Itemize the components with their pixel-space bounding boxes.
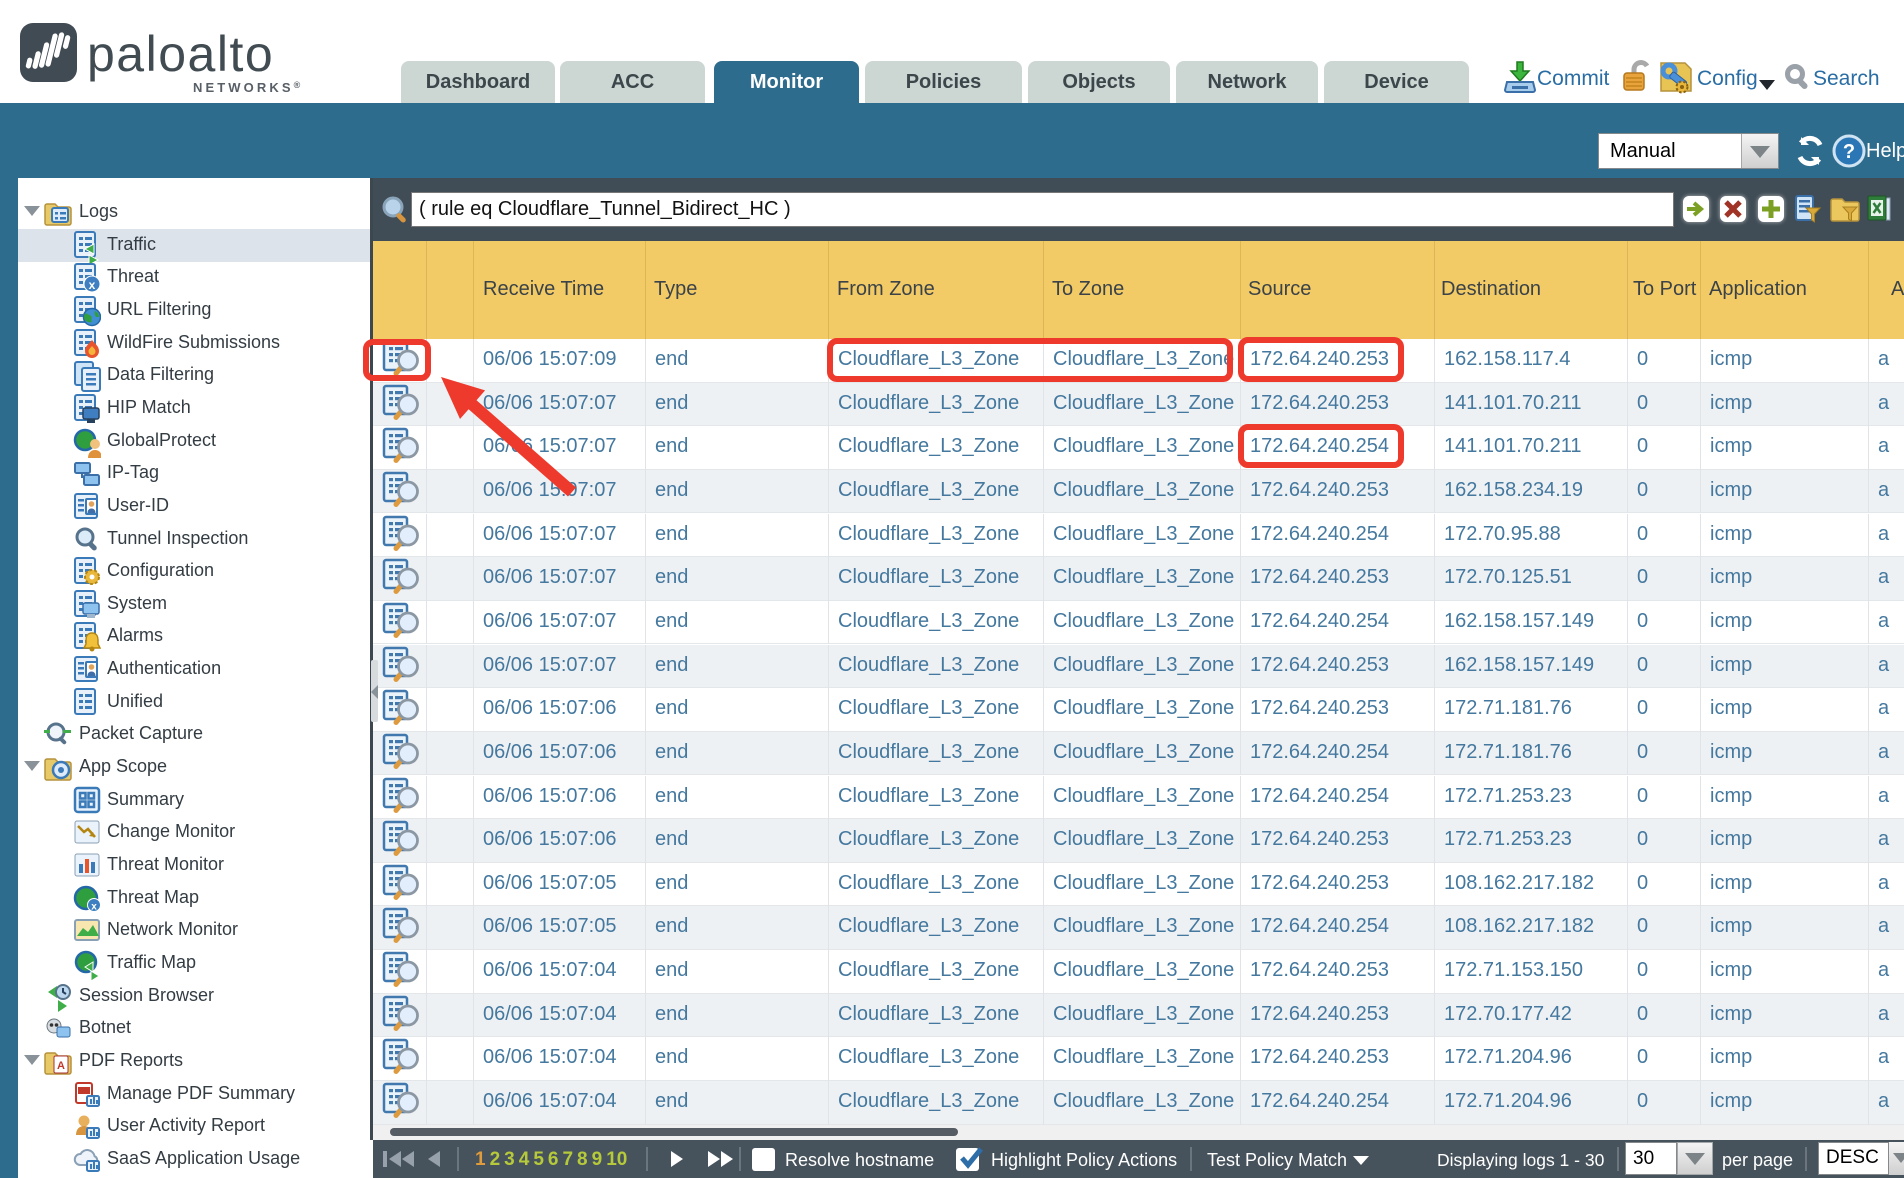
svg-text:x: x xyxy=(89,278,96,292)
svg-text:A: A xyxy=(57,1060,65,1072)
svg-text:?: ? xyxy=(1843,141,1855,163)
svg-text:x: x xyxy=(91,901,97,912)
